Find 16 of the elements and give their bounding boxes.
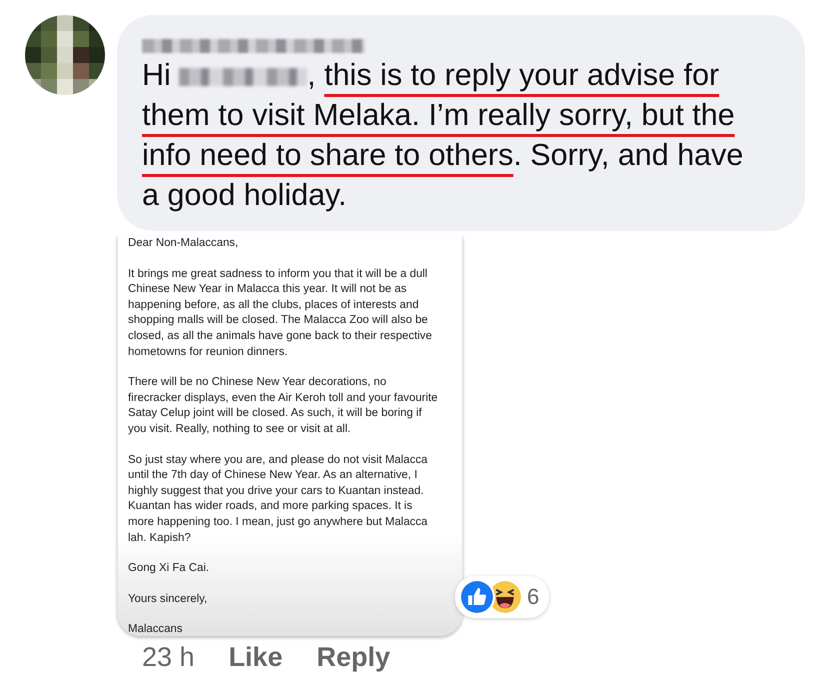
reaction-count: 6 — [527, 584, 540, 610]
letter-paragraph: Dear Non-Malaccans, — [128, 236, 240, 251]
comment-action-link[interactable]: Reply — [316, 642, 390, 673]
letter-paragraph: Malaccans — [128, 622, 184, 635]
comment-text: Hi , this is to reply your advise for them to visit Melaka. I’m really sorry, but the info need to share to others. Sorry, and have a good holiday. — [142, 57, 744, 214]
letter-paragraph: Gong Xi Fa Cai. — [128, 561, 210, 576]
letter-paragraph: It brings me great sadness to inform you that it will be a dull Chinese New Year in Malacca this year. It will not be as happening before, as all the clubs, places of interests and shopping malls will be closed. The Malacca Zoo will also be closed, as all the animals have gone back to their respective hometowns for reunion dinners. — [128, 266, 433, 360]
letter-paragraph: There will be no Chinese New Year decorations, no firecracker displays, even the Air Keroh toll and your favourite Satay Celup joint will be closed. As such, it will be boring if you visit. Really, nothing to see or visit at all. — [128, 375, 439, 437]
reactions-pill[interactable]: 6 — [455, 576, 550, 618]
timestamp: 23 h — [142, 642, 195, 673]
avatar[interactable] — [25, 15, 105, 95]
thumbs-up-icon — [459, 579, 495, 615]
letter-paragraph: Yours sincerely, — [128, 592, 208, 607]
letter-paragraph: So just stay where you are, and please do not visit Malacca until the 7th day of Chinese New Year. As an alternative, I highly suggest that you drive your cars to Kuantan instead. Kuantan has wider roads, and more parking spaces. It is more happening too. I mean, just go anywhere but Malacca lah. Kapish? — [128, 452, 428, 546]
letter-screenshot[interactable] — [117, 236, 463, 636]
comment-action-link[interactable]: Like — [228, 642, 283, 673]
